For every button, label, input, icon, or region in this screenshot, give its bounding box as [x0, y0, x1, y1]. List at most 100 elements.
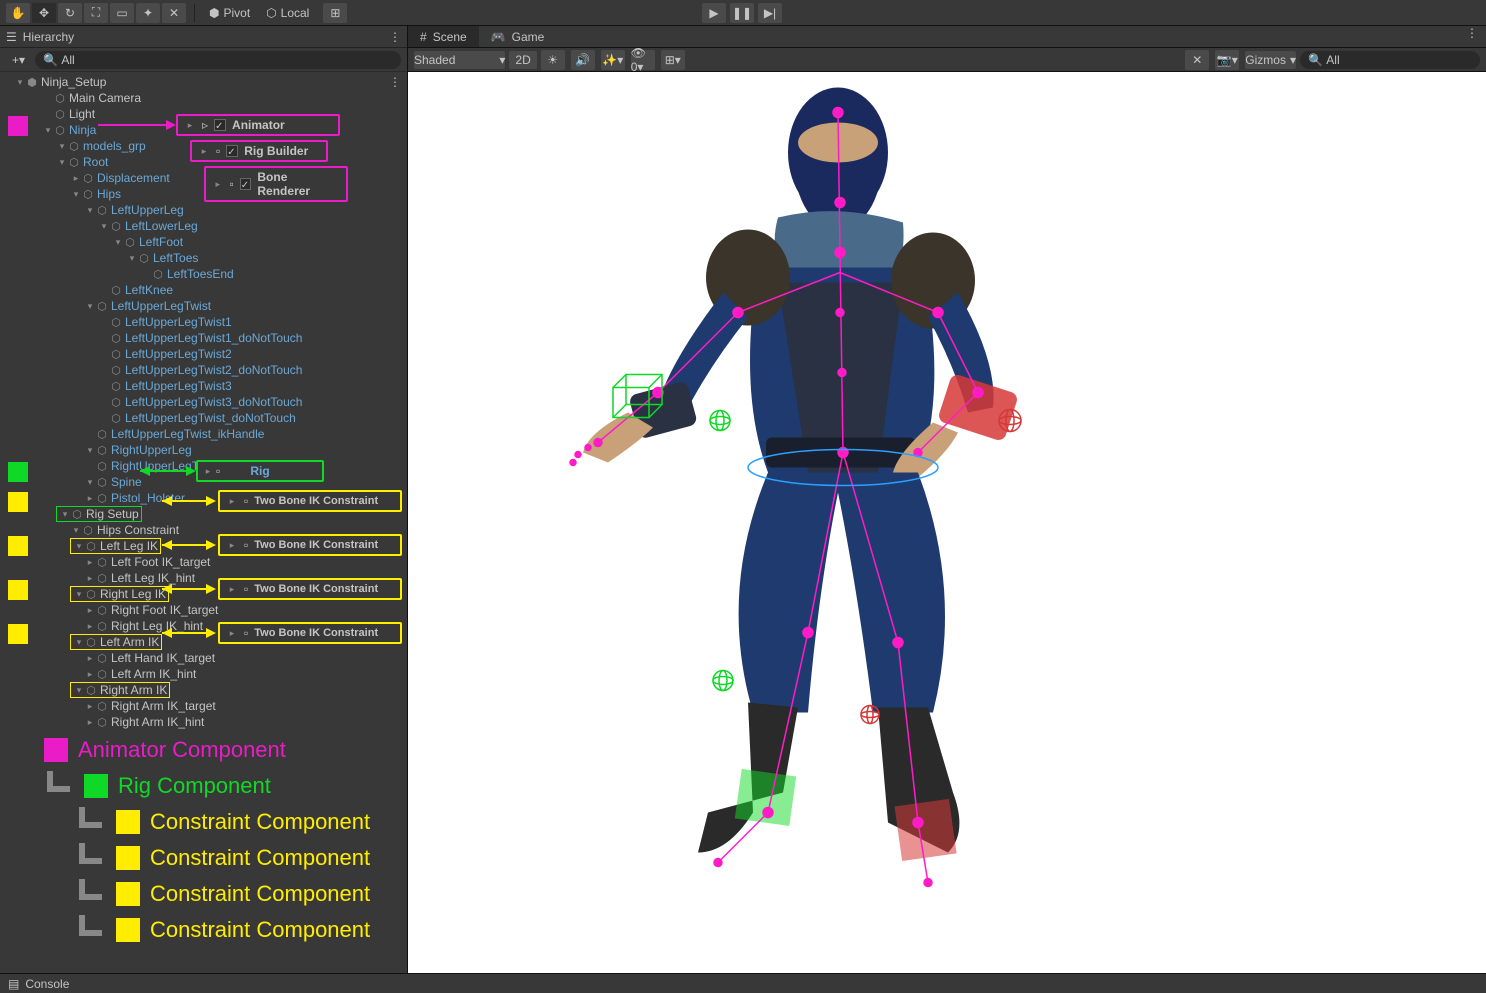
marker-green — [8, 462, 28, 482]
hierarchy-item[interactable]: ▸⬡Left Arm IK_hint — [0, 666, 407, 682]
hierarchy-item[interactable]: ▸⬡Right Arm IK_hint — [0, 714, 407, 730]
legend-animator: Animator Component — [78, 737, 286, 763]
legend: Animator Component Rig Component Constra… — [44, 732, 370, 948]
game-icon: 🎮 — [491, 30, 506, 44]
hierarchy-item[interactable]: ▾⬡LeftUpperLegTwist — [0, 298, 407, 314]
hierarchy-item[interactable]: ▾⬡Left Arm IK — [0, 634, 407, 650]
custom-tool[interactable]: ✕ — [162, 3, 186, 23]
tools-toggle[interactable]: ✕ — [1185, 50, 1209, 70]
tab-game[interactable]: 🎮Game — [479, 26, 557, 47]
hierarchy-item[interactable]: ⬡LeftUpperLegTwist2_doNotTouch — [0, 362, 407, 378]
hierarchy-item[interactable]: ⬡LeftUpperLegTwist3 — [0, 378, 407, 394]
hierarchy-item[interactable]: ▸⬡Right Leg IK_hint — [0, 618, 407, 634]
play-controls: ▶ ❚❚ ▶| — [702, 3, 784, 23]
hierarchy-tree: ▾⬢Ninja_Setup⋮ ⬡Main Camera⬡Light▾⬡Ninja… — [0, 72, 407, 973]
hierarchy-item[interactable]: ⬡Light — [0, 106, 407, 122]
snap-icon: ⊞ — [330, 6, 340, 20]
hierarchy-item[interactable]: ⬡LeftUpperLegTwist1 — [0, 314, 407, 330]
pause-icon: ❚❚ — [732, 6, 752, 20]
marker-yellow-3 — [8, 580, 28, 600]
console-panel[interactable]: ▤ Console — [0, 973, 1486, 993]
local-toggle[interactable]: ⬡Local — [258, 3, 317, 23]
pivot-toggle[interactable]: ⬢Pivot — [201, 3, 258, 23]
hierarchy-subheader: +▾ 🔍 All — [0, 48, 407, 72]
scale-tool[interactable]: ⛶ — [84, 3, 108, 23]
hierarchy-item[interactable]: ▾⬡Root — [0, 154, 407, 170]
hierarchy-item[interactable]: ▸⬡Left Leg IK_hint — [0, 570, 407, 586]
rect-icon: ▭ — [116, 6, 127, 20]
visibility-toggle[interactable]: 👁0▾ — [631, 50, 655, 70]
hierarchy-item[interactable]: ▸⬡Right Arm IK_target — [0, 698, 407, 714]
hierarchy-item[interactable]: ▾⬡Ninja — [0, 122, 407, 138]
hierarchy-item[interactable]: ⬡Main Camera — [0, 90, 407, 106]
hierarchy-item[interactable]: ▸⬡Pistol_Holster — [0, 490, 407, 506]
tab-scene[interactable]: #Scene — [408, 26, 479, 47]
pause-button[interactable]: ❚❚ — [730, 3, 754, 23]
shading-dropdown[interactable]: Shaded▾ — [414, 51, 505, 69]
scene-toolbar: Shaded▾ 2D ☀ 🔊 ✨▾ 👁0▾ ⊞▾ ✕ 📷▾ Gizmos▾ 🔍 … — [408, 48, 1486, 72]
legend-constraint-4: Constraint Component — [150, 917, 370, 943]
2d-toggle[interactable]: 2D — [509, 51, 536, 69]
hierarchy-item[interactable]: ▾⬡Rig Setup — [0, 506, 407, 522]
marker-yellow-4 — [8, 624, 28, 644]
hand-tool[interactable]: ✋ — [6, 3, 30, 23]
scale-icon: ⛶ — [92, 5, 100, 20]
menu-icon[interactable]: ⋮ — [389, 30, 401, 44]
hierarchy-item[interactable]: ▸⬡Displacement — [0, 170, 407, 186]
legend-constraint-2: Constraint Component — [150, 845, 370, 871]
hierarchy-search[interactable]: 🔍 All — [35, 51, 401, 69]
scene-search[interactable]: 🔍 All — [1300, 51, 1480, 69]
hierarchy-item[interactable]: ⬡LeftToesEnd — [0, 266, 407, 282]
fx-toggle[interactable]: ✨▾ — [601, 50, 625, 70]
hierarchy-item[interactable]: ▾⬡RightUpperLeg — [0, 442, 407, 458]
hierarchy-item[interactable]: ⬡RightUpperLegTwist_ikHandle — [0, 458, 407, 474]
move-icon: ✥ — [39, 6, 49, 20]
audio-toggle[interactable]: 🔊 — [571, 50, 595, 70]
play-icon: ▶ — [709, 6, 718, 20]
step-button[interactable]: ▶| — [758, 3, 782, 23]
scene-row[interactable]: ▾⬢Ninja_Setup⋮ — [0, 74, 407, 90]
hierarchy-item[interactable]: ⬡LeftUpperLegTwist2 — [0, 346, 407, 362]
hierarchy-item[interactable]: ▾⬡Hips — [0, 186, 407, 202]
hierarchy-item[interactable]: ▾⬡Spine — [0, 474, 407, 490]
light-toggle[interactable]: ☀ — [541, 50, 565, 70]
hierarchy-item[interactable]: ▸⬡Left Hand IK_target — [0, 650, 407, 666]
rect-tool[interactable]: ▭ — [110, 3, 134, 23]
add-button[interactable]: +▾ — [6, 53, 31, 67]
hierarchy-item[interactable]: ▾⬡LeftToes — [0, 250, 407, 266]
tab-bar: #Scene 🎮Game ⋮ — [408, 26, 1486, 48]
hierarchy-item[interactable]: ▾⬡Left Leg IK — [0, 538, 407, 554]
hierarchy-item[interactable]: ▾⬡models_grp — [0, 138, 407, 154]
rotate-tool[interactable]: ↻ — [58, 3, 82, 23]
transform-tool[interactable]: ✦ — [136, 3, 160, 23]
search-icon: 🔍 — [43, 53, 58, 67]
marker-magenta — [8, 116, 28, 136]
viewport[interactable] — [408, 72, 1486, 973]
hierarchy-item[interactable]: ⬡LeftUpperLegTwist1_doNotTouch — [0, 330, 407, 346]
gizmos-dropdown[interactable]: Gizmos▾ — [1245, 51, 1296, 69]
hierarchy-item[interactable]: ⬡LeftUpperLegTwist3_doNotTouch — [0, 394, 407, 410]
console-icon: ▤ — [8, 977, 19, 991]
hierarchy-panel: ☰ Hierarchy ⋮ +▾ 🔍 All ▾⬢Ninja_Setup⋮ ⬡M… — [0, 26, 408, 973]
hierarchy-item[interactable]: ▾⬡Hips Constraint — [0, 522, 407, 538]
hierarchy-item[interactable]: ⬡LeftKnee — [0, 282, 407, 298]
tab-menu[interactable]: ⋮ — [1458, 26, 1486, 47]
marker-yellow-2 — [8, 536, 28, 556]
snap-toggle[interactable]: ⊞ — [323, 3, 347, 23]
hierarchy-item[interactable]: ▾⬡Right Arm IK — [0, 682, 407, 698]
scene-area: #Scene 🎮Game ⋮ Shaded▾ 2D ☀ 🔊 ✨▾ 👁0▾ ⊞▾ … — [408, 26, 1486, 973]
play-button[interactable]: ▶ — [702, 3, 726, 23]
hierarchy-item[interactable]: ▸⬡Right Foot IK_target — [0, 602, 407, 618]
hierarchy-item[interactable]: ⬡LeftUpperLegTwist_ikHandle — [0, 426, 407, 442]
move-tool[interactable]: ✥ — [32, 3, 56, 23]
hierarchy-item[interactable]: ▾⬡LeftUpperLeg — [0, 202, 407, 218]
console-label: Console — [25, 977, 69, 991]
scene-render — [408, 72, 1486, 973]
hierarchy-item[interactable]: ▾⬡LeftLowerLeg — [0, 218, 407, 234]
hierarchy-item[interactable]: ▾⬡LeftFoot — [0, 234, 407, 250]
grid-toggle[interactable]: ⊞▾ — [661, 50, 685, 70]
camera-toggle[interactable]: 📷▾ — [1215, 50, 1239, 70]
hierarchy-item[interactable]: ⬡LeftUpperLegTwist_doNotTouch — [0, 410, 407, 426]
hierarchy-item[interactable]: ▸⬡Left Foot IK_target — [0, 554, 407, 570]
hierarchy-item[interactable]: ▾⬡Right Leg IK — [0, 586, 407, 602]
